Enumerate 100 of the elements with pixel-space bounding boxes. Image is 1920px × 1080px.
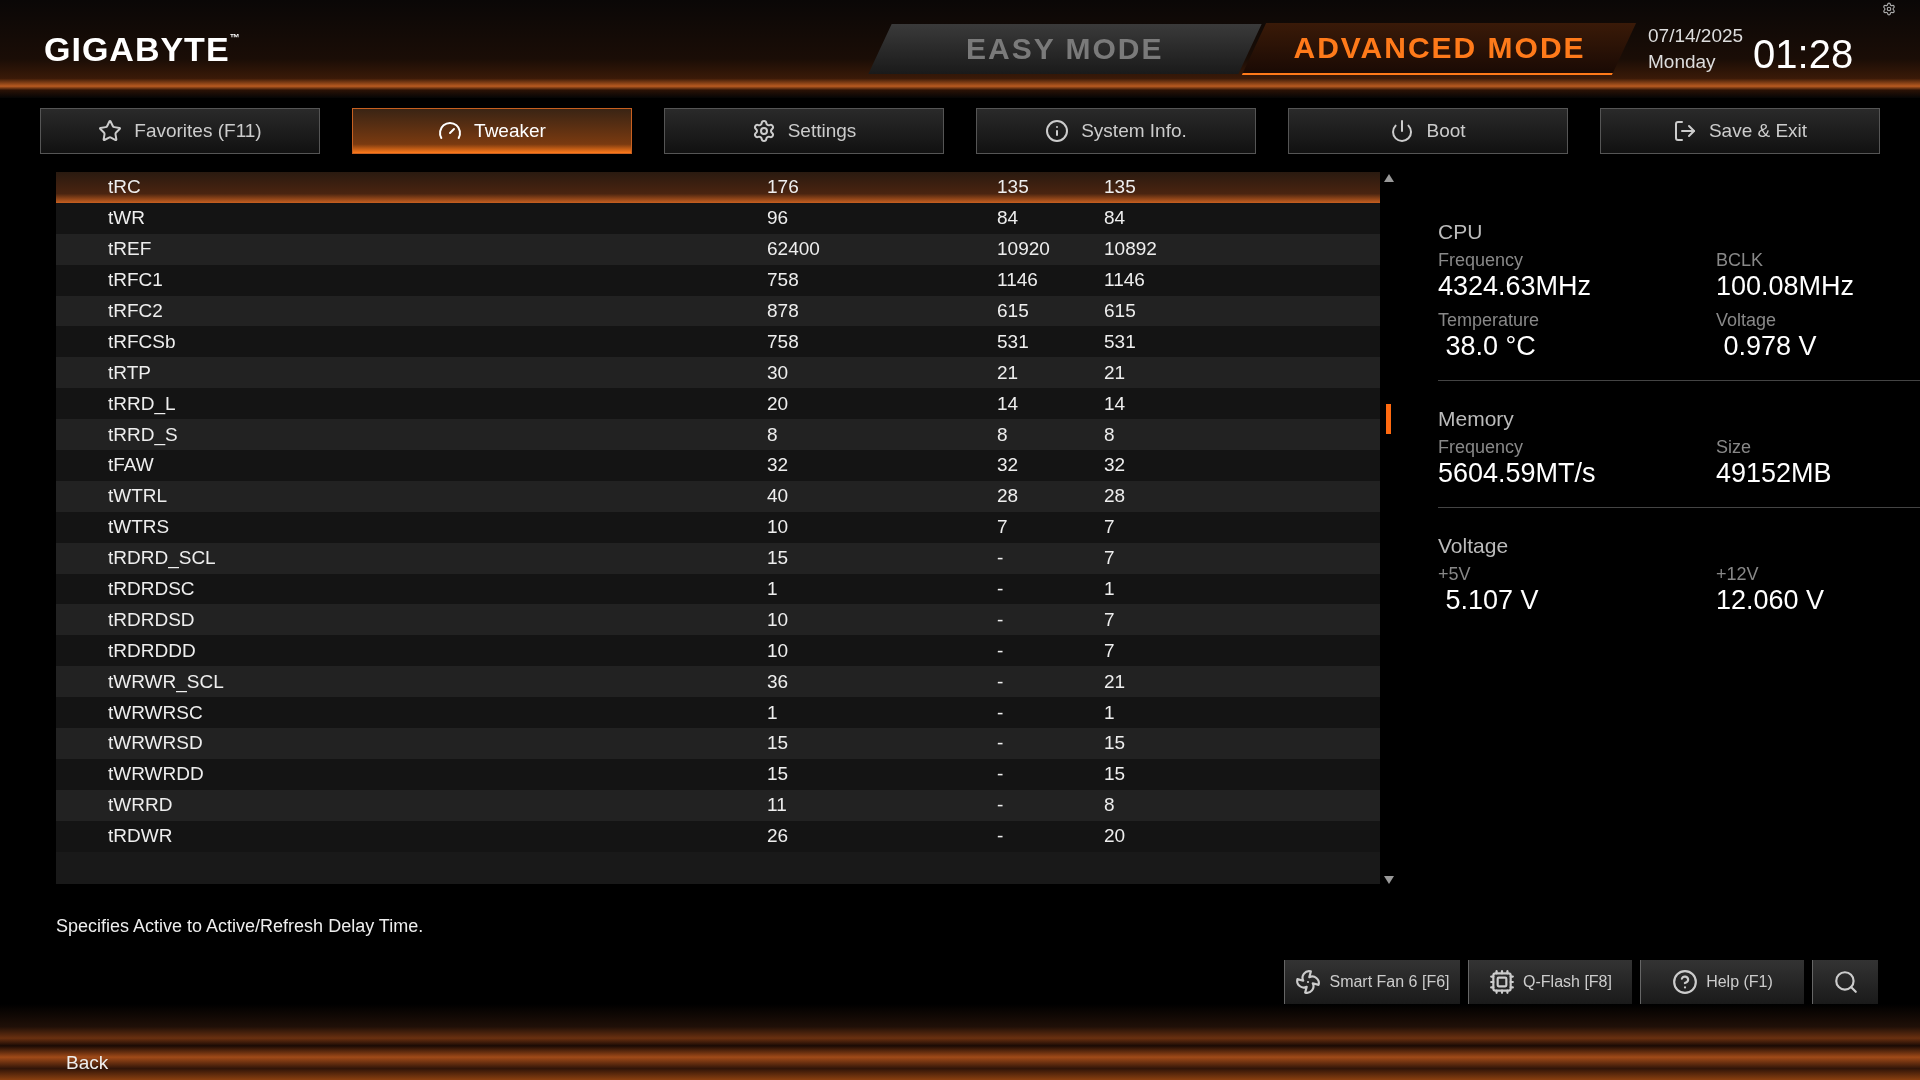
table-cell-text: -	[997, 732, 1005, 755]
table-cell-text: -	[997, 578, 1005, 600]
timing-name: tWR	[108, 207, 146, 230]
reading-value: 38.0 °C	[1444, 331, 1537, 362]
table-cell-text: 1	[1104, 578, 1116, 600]
date-text: 07/14/2025	[1648, 25, 1744, 47]
table-row[interactable]: tRC 176 135 135	[56, 172, 1380, 203]
table-cell-text: 10920	[997, 238, 1051, 261]
table-cell-text: -	[997, 547, 1005, 570]
table-row[interactable]: tWRWRDD 15 - 15	[56, 758, 1380, 790]
timing-name: tWRWRDD	[108, 763, 205, 786]
table-row[interactable]: tWRWRSC 1 - 1	[56, 697, 1380, 729]
timing-name: tWTRS	[108, 516, 171, 539]
table-cell-text: 135	[1104, 176, 1137, 199]
table-cell-text: 10	[767, 608, 790, 631]
help-description: Specifies Active to Active/Refresh Delay Time.	[56, 916, 425, 938]
table-cell-text: 8	[1104, 423, 1116, 446]
table-cell-text: -	[997, 639, 1005, 662]
table-cell-text: -	[997, 701, 1005, 724]
reading-label: +12V	[1716, 564, 1760, 585]
table-cell-text: 21	[1104, 361, 1127, 384]
table-row[interactable]: tRFC2 878 615 615	[56, 295, 1380, 327]
table-cell-text: 28	[1104, 485, 1127, 508]
table-row[interactable]: tRRD_S 8 8 8	[56, 419, 1380, 450]
back-button[interactable]: Back	[66, 1052, 109, 1074]
table-cell-text: 30	[767, 361, 790, 384]
table-row[interactable]: tRRD_L 20 14 14	[56, 388, 1380, 420]
menu-tab[interactable]: Save & Exit	[1600, 108, 1880, 154]
table-row[interactable]: tREF 62400 10920 10892	[56, 233, 1380, 265]
table-cell-text: 8	[1104, 794, 1116, 817]
timing-name: tRRD_L	[108, 392, 177, 415]
table-cell-text: 26	[767, 825, 790, 848]
timing-name: tRFCSb	[108, 330, 177, 353]
reading-label: Frequency	[1438, 250, 1525, 271]
table-cell-text: 20	[1104, 825, 1127, 848]
timing-name: tRDRDSD	[108, 608, 196, 631]
table-cell-text: 531	[1104, 330, 1137, 353]
table-row[interactable]: tRTP 30 21 21	[56, 357, 1380, 389]
menu-tab[interactable]: Tweaker	[352, 108, 632, 154]
table-row[interactable]: tRDRDSC 1 - 1	[56, 573, 1380, 605]
reading-label: +5V	[1438, 564, 1472, 585]
table-row[interactable]: tFAW 32 32 32	[56, 450, 1380, 481]
table-row[interactable]: tWR 96 84 84	[56, 202, 1380, 234]
table-row[interactable]: tRFC1 758 1146 1146	[56, 264, 1380, 296]
table-cell-text: 32	[997, 454, 1020, 477]
table-row[interactable]: tRDRDDD 10 - 7	[56, 635, 1380, 667]
table-cell-text: -	[997, 794, 1005, 817]
table-cell-text: 8	[997, 423, 1009, 446]
reading-label: Voltage	[1716, 310, 1778, 331]
timing-name: tRFC1	[108, 269, 164, 292]
table-row[interactable]: tWTRL 40 28 28	[56, 480, 1380, 512]
table-row[interactable]: tRFCSb 758 531 531	[56, 326, 1380, 358]
table-cell-text: 10892	[1104, 238, 1158, 261]
reading-value: 5.107 V	[1444, 585, 1540, 616]
reading-value: 100.08MHz	[1716, 271, 1856, 302]
menu-tab[interactable]: Favorites (F11)	[40, 108, 320, 154]
table-cell-text: 135	[997, 176, 1030, 199]
table-row[interactable]: tRDRDSD 10 - 7	[56, 604, 1380, 636]
table-row[interactable]: tWRWR_SCL 36 - 21	[56, 666, 1380, 698]
reading-label: Temperature	[1438, 310, 1541, 331]
table-cell-text: 14	[997, 392, 1020, 415]
table-cell-text: 7	[997, 516, 1009, 539]
table-row[interactable]: tWRWRSD 15 - 15	[56, 728, 1380, 759]
menu-tab[interactable]: System Info.	[976, 108, 1256, 154]
timing-name: tRRD_S	[108, 423, 179, 446]
table-cell-text: 15	[1104, 732, 1127, 755]
table-cell-text: 20	[767, 392, 790, 415]
timing-name: tFAW	[108, 454, 155, 477]
table-cell-text: 615	[1104, 300, 1137, 322]
timing-name: tWRWRSD	[108, 732, 204, 755]
table-row[interactable]: tRDRD_SCL 15 - 7	[56, 542, 1380, 574]
reading-value: 0.978 V	[1722, 331, 1818, 362]
table-cell-text: 84	[997, 207, 1020, 230]
mode-tab[interactable]: ADVANCED MODE	[1241, 23, 1637, 75]
table-cell-text: 11	[767, 794, 788, 817]
tool-button[interactable]: Smart Fan 6 [F6]	[1284, 960, 1460, 1004]
reading-value: 4324.63MHz	[1438, 271, 1593, 302]
table-cell-text: 7	[1104, 547, 1116, 570]
table-cell-text: -	[997, 608, 1005, 631]
table-cell-text: 32	[1104, 454, 1127, 477]
table-cell-text: 1146	[997, 269, 1039, 292]
table-row[interactable]: tWTRS 10 7 7	[56, 511, 1380, 543]
reading-label: Frequency	[1438, 437, 1525, 458]
timing-name: tRFC2	[108, 300, 164, 322]
timing-name: tREF	[108, 238, 153, 261]
menu-tab[interactable]: Boot	[1288, 108, 1568, 154]
timing-name: tWRWRSC	[108, 701, 204, 724]
table-cell-text: 28	[997, 485, 1020, 508]
table-cell-text: 758	[767, 330, 800, 353]
tool-button[interactable]: Q-Flash [F8]	[1468, 960, 1632, 1004]
timing-name: tRTP	[108, 361, 152, 384]
table-row[interactable]: tWRRD 11 - 8	[56, 789, 1380, 821]
table-cell-text: 7	[1104, 516, 1116, 539]
tool-button[interactable]: Help (F1)	[1640, 960, 1804, 1004]
timing-name: tRDRDSC	[108, 578, 196, 600]
timing-name: tRDRD_SCL	[108, 547, 217, 570]
menu-tab[interactable]: Settings	[664, 108, 944, 154]
timing-name: tWRWR_SCL	[108, 670, 225, 693]
table-cell-text: -	[997, 670, 1005, 693]
table-row[interactable]: tRDWR 26 - 20	[56, 820, 1380, 852]
